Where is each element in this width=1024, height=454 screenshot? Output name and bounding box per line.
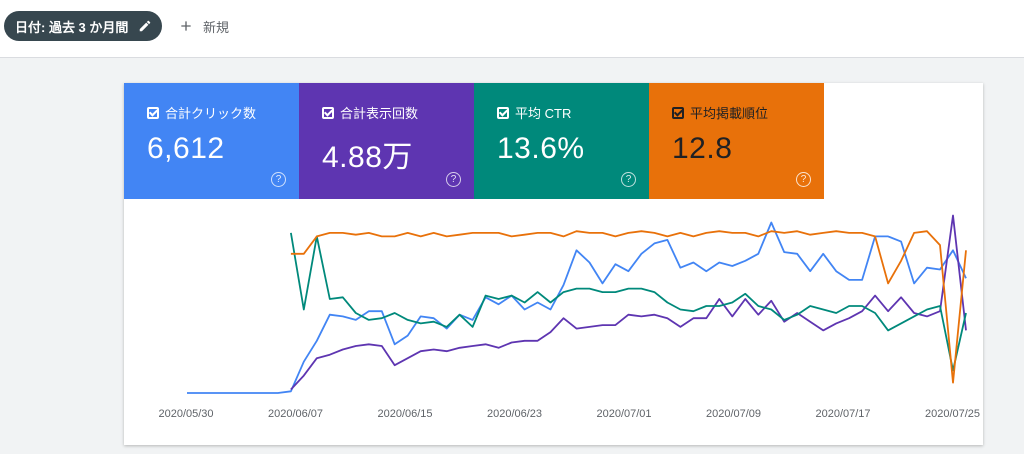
metric-average-ctr[interactable]: 平均 CTR 13.6% ?	[474, 83, 649, 199]
help-icon[interactable]: ?	[446, 172, 461, 187]
metric-label: 平均掲載順位	[690, 106, 769, 121]
x-axis-tick-label: 2020/05/30	[158, 408, 213, 420]
series-line-ctr	[290, 232, 967, 372]
add-new-filter-label: 新規	[203, 19, 230, 35]
metric-value: 6,612	[147, 132, 225, 165]
plus-icon	[181, 21, 191, 31]
x-axis-tick-label: 2020/07/01	[596, 408, 651, 420]
checkbox-checked-icon[interactable]	[497, 106, 509, 119]
metric-total-impressions[interactable]: 合計表示回数 4.88万 ?	[299, 83, 474, 199]
metric-label: 合計表示回数	[340, 106, 419, 121]
metric-label: 合計クリック数	[165, 106, 257, 121]
x-axis-tick-label: 2020/07/17	[815, 408, 870, 420]
metric-value: 12.8	[672, 132, 733, 165]
metric-value: 4.88万	[322, 141, 413, 174]
checkbox-checked-icon[interactable]	[672, 106, 684, 119]
add-new-filter-button[interactable]: 新規	[178, 12, 229, 40]
pencil-icon	[139, 20, 151, 32]
x-axis-tick-label: 2020/07/25	[925, 408, 980, 420]
metric-total-clicks[interactable]: 合計クリック数 6,612 ?	[124, 83, 299, 199]
x-axis-tick-label: 2020/06/15	[377, 408, 432, 420]
help-icon[interactable]: ?	[271, 172, 286, 187]
date-filter-chip[interactable]: 日付: 過去 3 か月間	[4, 11, 162, 41]
date-filter-label: 日付: 過去 3 か月間	[15, 19, 129, 35]
metric-average-position[interactable]: 平均掲載順位 12.8 ?	[649, 83, 824, 199]
checkbox-checked-icon[interactable]	[322, 106, 334, 119]
metric-label: 平均 CTR	[515, 106, 572, 121]
x-axis-tick-label: 2020/06/23	[487, 408, 542, 420]
top-toolbar: 日付: 過去 3 か月間 新規	[0, 0, 1024, 58]
checkbox-checked-icon[interactable]	[147, 106, 159, 119]
performance-line-chart: 2020/05/30 2020/06/07 2020/06/15 2020/06/23…	[158, 214, 980, 420]
performance-card: 合計クリック数 6,612 ? 合計表示回数 4.88万 ? 平均 CTR 13…	[124, 83, 983, 445]
help-icon[interactable]: ?	[621, 172, 636, 187]
x-axis-tick-label: 2020/06/07	[268, 408, 323, 420]
metric-value: 13.6%	[497, 132, 585, 165]
series-line-impressions	[290, 214, 967, 391]
x-axis-tick-label: 2020/07/09	[706, 408, 761, 420]
help-icon[interactable]: ?	[796, 172, 811, 187]
